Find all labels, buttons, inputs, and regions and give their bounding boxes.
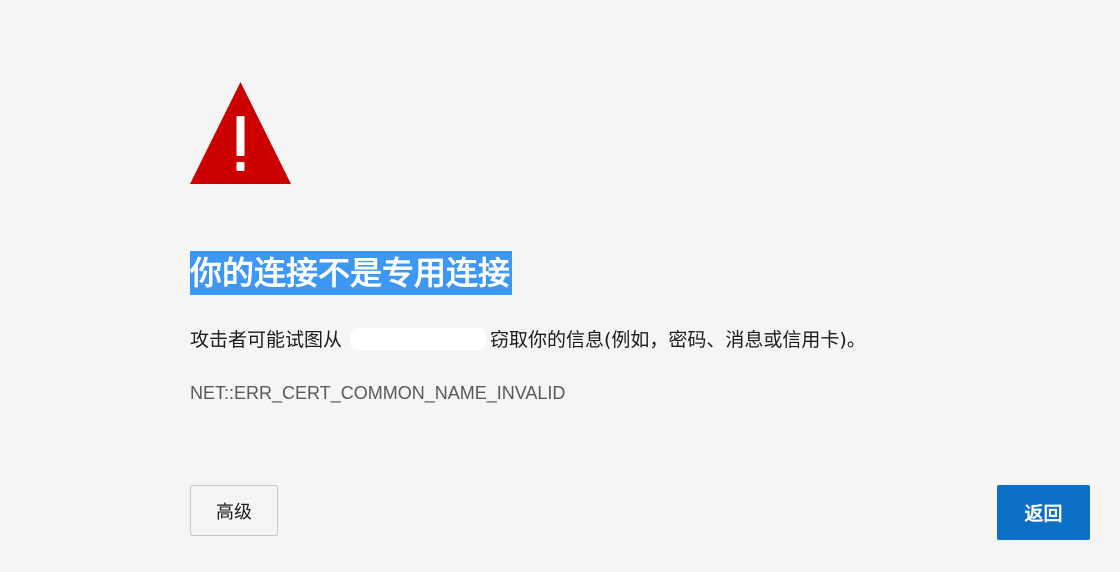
interstitial-page: 你的连接不是专用连接 攻击者可能试图从 窃取你的信息(例如，密码、消息或信用卡)。… (0, 0, 1120, 572)
error-code: NET::ERR_CERT_COMMON_NAME_INVALID (190, 383, 566, 403)
warning-message-prefix: 攻击者可能试图从 (190, 329, 343, 351)
back-button[interactable]: 返回 (997, 485, 1090, 540)
advanced-button[interactable]: 高级 (190, 485, 278, 536)
warning-message: 攻击者可能试图从 窃取你的信息(例如，密码、消息或信用卡)。 (190, 326, 866, 354)
page-title-container: 你的连接不是专用连接 (190, 251, 513, 295)
warning-message-suffix: 窃取你的信息(例如，密码、消息或信用卡)。 (490, 329, 866, 351)
warning-triangle-icon (190, 82, 291, 184)
redacted-site-name (350, 328, 487, 350)
page-title: 你的连接不是专用连接 (190, 251, 513, 295)
